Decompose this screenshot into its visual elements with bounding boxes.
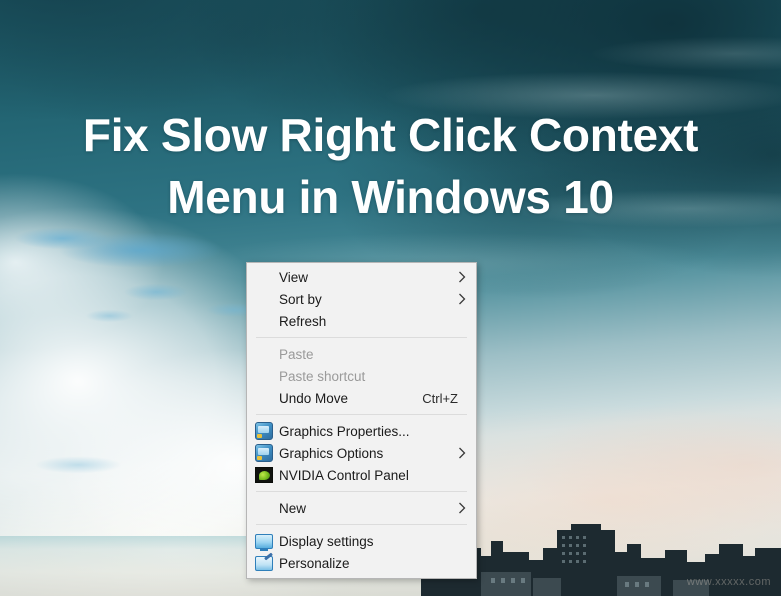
menu-item-label: Personalize xyxy=(279,555,350,571)
nvidia-icon xyxy=(255,466,273,484)
menu-item-refresh[interactable]: Refresh xyxy=(247,310,476,332)
menu-item-undo-move[interactable]: Undo Move Ctrl+Z xyxy=(247,387,476,409)
menu-item-label: Undo Move xyxy=(279,390,349,406)
menu-separator xyxy=(256,414,467,415)
menu-item-label: New xyxy=(279,500,307,516)
menu-item-label: Paste xyxy=(279,346,314,362)
paintbrush-monitor-icon xyxy=(255,554,273,572)
menu-item-graphics-properties[interactable]: Graphics Properties... xyxy=(247,420,476,442)
menu-item-label: Display settings xyxy=(279,533,374,549)
menu-item-display-settings[interactable]: Display settings xyxy=(247,530,476,552)
monitor-icon xyxy=(255,532,273,551)
menu-item-label: Graphics Options xyxy=(279,445,384,461)
menu-item-label: View xyxy=(279,269,309,285)
menu-separator xyxy=(256,337,467,338)
menu-item-label: NVIDIA Control Panel xyxy=(279,467,409,483)
menu-separator xyxy=(256,524,467,525)
chevron-right-icon xyxy=(459,271,466,283)
desktop-context-menu[interactable]: View Sort by Refresh Paste Paste shortcut Und… xyxy=(246,262,477,579)
chevron-right-icon xyxy=(459,447,466,459)
menu-item-label: Refresh xyxy=(279,313,327,329)
menu-item-label: Graphics Properties... xyxy=(279,423,410,439)
menu-item-view[interactable]: View xyxy=(247,266,476,288)
menu-item-personalize[interactable]: Personalize xyxy=(247,552,476,574)
screenshot-stage: www.xxxxx.com Fix Slow Right Click Conte… xyxy=(0,0,781,596)
menu-item-nvidia-control-panel[interactable]: NVIDIA Control Panel xyxy=(247,464,476,486)
menu-item-sort-by[interactable]: Sort by xyxy=(247,288,476,310)
graphics-icon xyxy=(255,422,273,440)
chevron-right-icon xyxy=(459,502,466,514)
menu-separator xyxy=(256,491,467,492)
graphics-icon xyxy=(255,444,273,462)
menu-item-label: Paste shortcut xyxy=(279,368,366,384)
menu-item-paste-shortcut: Paste shortcut xyxy=(247,365,476,387)
page-title: Fix Slow Right Click Context Menu in Win… xyxy=(82,109,699,223)
chevron-right-icon xyxy=(459,293,466,305)
menu-item-graphics-options[interactable]: Graphics Options xyxy=(247,442,476,464)
menu-item-shortcut: Ctrl+Z xyxy=(422,390,458,406)
menu-item-label: Sort by xyxy=(279,291,322,307)
menu-item-paste: Paste xyxy=(247,343,476,365)
watermark-text: www.xxxxx.com xyxy=(686,576,771,588)
menu-item-new[interactable]: New xyxy=(247,497,476,519)
